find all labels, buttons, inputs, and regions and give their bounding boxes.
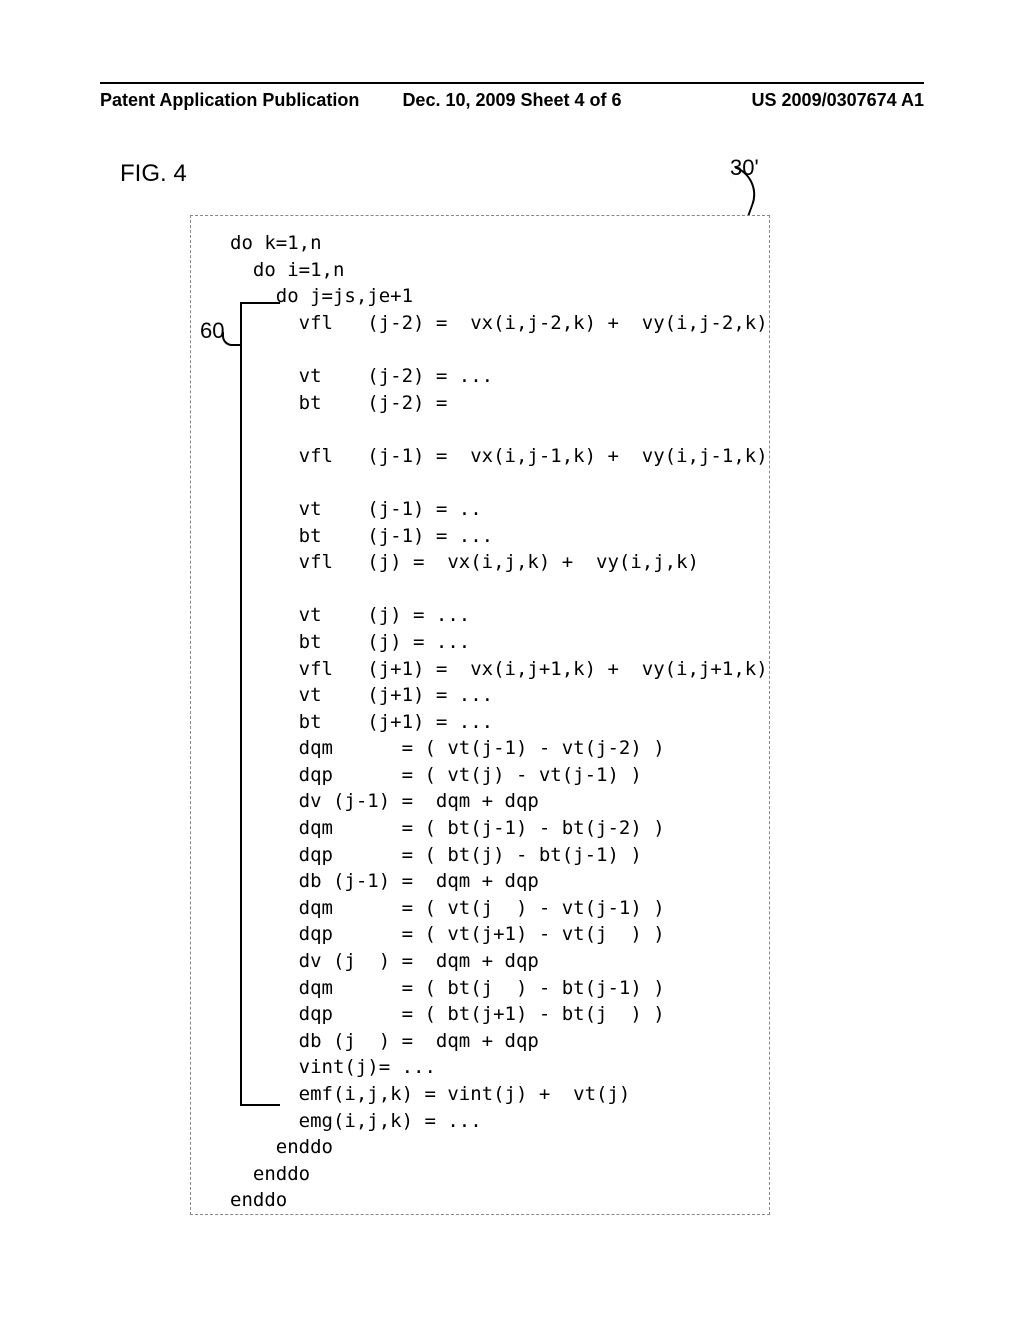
reference-numeral-60: 60 <box>200 318 224 344</box>
header-right: US 2009/0307674 A1 <box>752 90 924 111</box>
figure-label: FIG. 4 <box>120 160 187 188</box>
code-listing: do k=1,n do i=1,n do j=js,je+1 vfl (j-2)… <box>230 230 768 1214</box>
header-rule <box>100 82 924 84</box>
page-header: Patent Application Publication Dec. 10, … <box>100 90 924 111</box>
header-mid: Dec. 10, 2009 Sheet 4 of 6 <box>402 90 621 111</box>
header-left: Patent Application Publication <box>100 90 359 111</box>
